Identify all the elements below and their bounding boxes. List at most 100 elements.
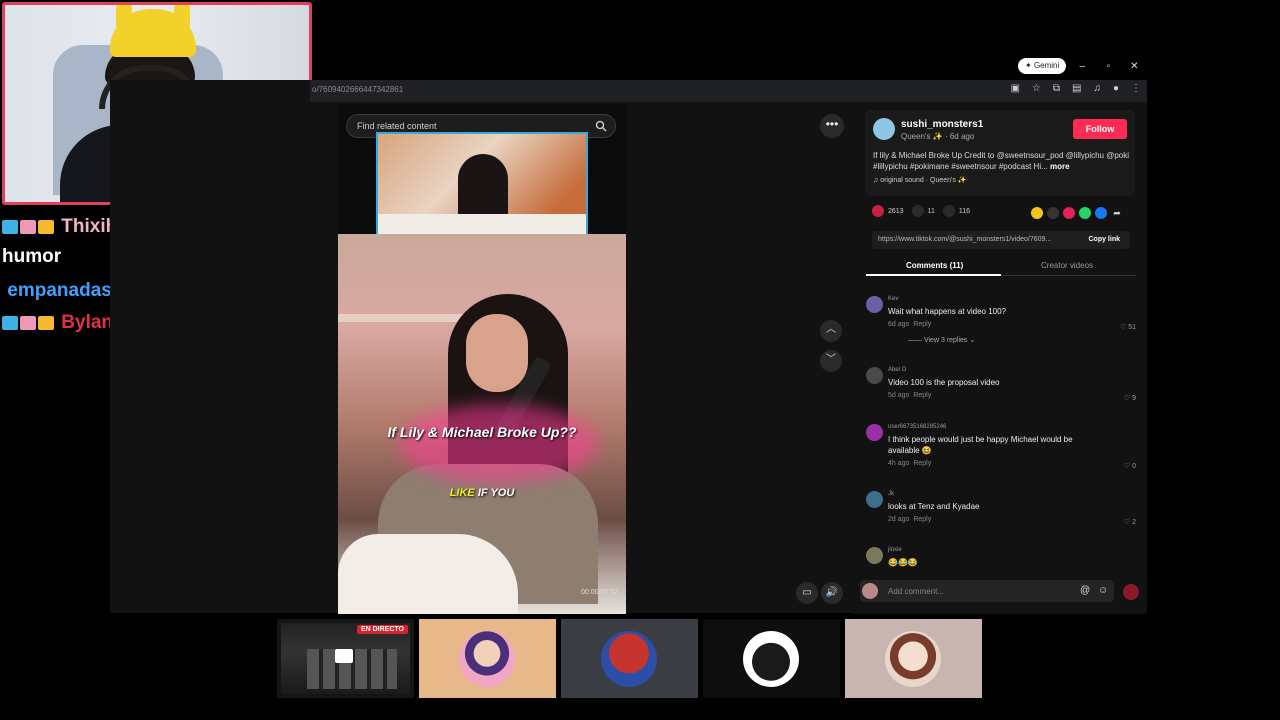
video-preview-thumbnail[interactable] xyxy=(376,132,588,242)
profile-icon[interactable]: ● xyxy=(1113,83,1119,94)
share-icon[interactable] xyxy=(1031,207,1043,219)
sidebar-icon[interactable]: ▤ xyxy=(1072,83,1081,94)
gemini-button[interactable]: ✦ Gemini xyxy=(1018,58,1067,74)
emoji-icon[interactable]: ☺ xyxy=(1098,585,1108,596)
screen-share-icon xyxy=(335,649,353,663)
comment-like[interactable]: ♡ 0 xyxy=(1124,462,1136,470)
author-subtitle: Queen's ✨ · 6d ago xyxy=(901,132,975,141)
send-icon[interactable] xyxy=(1063,207,1075,219)
comment-text: 😂😂😂 xyxy=(888,558,918,567)
restore-icon[interactable]: ▫ xyxy=(1098,61,1118,72)
url-text[interactable]: o/7609402666447342861 xyxy=(312,85,403,94)
badge-icon xyxy=(2,219,18,234)
follow-button[interactable]: Follow xyxy=(1073,119,1127,139)
chat-username[interactable]: Thixih xyxy=(61,216,117,237)
comment-like[interactable]: ♡ 9 xyxy=(1124,394,1136,402)
minimize-icon[interactable]: – xyxy=(1072,61,1092,72)
participant-tile[interactable] xyxy=(845,619,982,698)
pip-icon[interactable]: ▭ xyxy=(796,582,818,604)
like-stat[interactable]: 2613 xyxy=(872,205,904,217)
comment-username[interactable]: Jk xyxy=(888,491,894,497)
embed-icon[interactable] xyxy=(1047,207,1059,219)
more-link[interactable]: more xyxy=(1050,162,1070,171)
pikachu-hat xyxy=(110,5,196,57)
comment-meta: 2d ago Reply xyxy=(888,516,932,523)
video-timestamp: 00:00/00:52 xyxy=(581,589,618,596)
participant-tile[interactable] xyxy=(561,619,698,698)
comment-icon xyxy=(911,205,924,217)
comment-item: Jk looks at Tenz and Kyadae 2d ago Reply… xyxy=(866,491,1136,526)
video-caption: If Lily & Michael Broke Up?? xyxy=(387,424,577,440)
avatar[interactable] xyxy=(866,424,883,441)
avatar xyxy=(459,631,515,687)
volume-icon[interactable]: 🔊 xyxy=(821,582,843,604)
comment-item: Kev Wait what happens at video 100? 6d a… xyxy=(866,296,1136,356)
comment-text: looks at Tenz and Kyadae xyxy=(888,502,980,511)
view-replies-button[interactable]: —— View 3 replies ⌄ xyxy=(908,336,975,344)
comment-text: I think people would just be happy Micha… xyxy=(888,435,1073,455)
participant-tile[interactable] xyxy=(419,619,556,698)
facebook-icon[interactable] xyxy=(1095,207,1107,219)
avatar[interactable] xyxy=(866,367,883,384)
search-icon[interactable] xyxy=(595,120,607,132)
participant-tile[interactable] xyxy=(703,619,840,698)
reply-button[interactable]: Reply xyxy=(913,460,931,467)
menu-icon[interactable]: ⋮ xyxy=(1131,83,1141,94)
media-icon[interactable]: ♫ xyxy=(1093,83,1101,94)
extensions-icon[interactable]: ⧉ xyxy=(1053,83,1060,94)
comment-like[interactable]: ♡ 2 xyxy=(1124,518,1136,526)
pink-glow xyxy=(398,404,598,484)
avatar[interactable] xyxy=(866,296,883,313)
address-bar[interactable]: o/7609402666447342861 ▣ ☆ ⧉ ▤ ♫ ● ⋮ xyxy=(310,80,1147,102)
crown-icon xyxy=(38,315,54,330)
video-like-caption: LIKE IF YOU xyxy=(449,487,515,499)
tab-comments[interactable]: Comments (11) xyxy=(906,261,963,270)
cast-icon[interactable]: ▣ xyxy=(1010,83,1019,94)
chevron-up-icon[interactable]: ︿ xyxy=(820,320,842,342)
comment-placeholder[interactable]: Add comment... xyxy=(888,587,944,596)
send-comment-button[interactable] xyxy=(1123,584,1139,600)
save-stat[interactable]: 116 xyxy=(942,205,970,217)
chevron-down-icon[interactable]: ﹀ xyxy=(820,350,842,372)
close-icon[interactable]: ✕ xyxy=(1124,61,1144,72)
comment-stat[interactable]: 11 xyxy=(911,205,935,217)
badge-icon xyxy=(20,219,36,234)
avatar xyxy=(601,631,657,687)
heart-icon xyxy=(872,205,884,217)
copy-link-button[interactable]: Copy link xyxy=(1088,236,1120,243)
reply-button[interactable]: Reply xyxy=(913,516,931,523)
badge-icon xyxy=(2,315,18,330)
sound-link[interactable]: ♫ original sound · Queen's ✨ xyxy=(873,176,967,184)
comment-item: user667351682852​46 I think people would… xyxy=(866,424,1136,470)
bookmark-star-icon[interactable]: ☆ xyxy=(1032,83,1041,94)
avatar[interactable] xyxy=(873,118,895,140)
comment-text: Wait what happens at video 100? xyxy=(888,307,1007,316)
reply-button[interactable]: Reply xyxy=(913,321,931,328)
stream-screen: Thixih : ves, yo si le se al humor empan… xyxy=(0,0,1280,720)
video-player[interactable]: If Lily & Michael Broke Up?? LIKE IF YOU… xyxy=(338,234,626,614)
engagement-stats: 2613 11 116 xyxy=(872,205,970,217)
panel-tabs: Comments (11) Creator videos xyxy=(866,258,1136,276)
forward-icon[interactable]: ➦ xyxy=(1111,207,1123,219)
comment-like[interactable]: ♡ 51 xyxy=(1120,323,1136,331)
mention-icon[interactable]: @ xyxy=(1080,585,1090,596)
more-options-button[interactable]: ••• xyxy=(820,114,844,138)
avatar[interactable] xyxy=(866,491,883,508)
comment-username[interactable]: jinxie xyxy=(888,547,902,553)
live-preview-tile[interactable]: EN DIRECTO xyxy=(277,619,414,698)
comment-item: jinxie 😂😂😂 xyxy=(866,547,1136,569)
tab-creator-videos[interactable]: Creator videos xyxy=(1041,261,1093,270)
comment-username[interactable]: Abel O xyxy=(888,367,906,373)
crown-icon xyxy=(38,219,54,234)
avatar xyxy=(885,631,941,687)
share-url[interactable]: https://www.tiktok.com/@sushi_monsters1/… xyxy=(878,236,1051,243)
avatar[interactable] xyxy=(866,547,883,564)
video-person-face xyxy=(466,314,528,392)
whatsapp-icon[interactable] xyxy=(1079,207,1091,219)
reply-button[interactable]: Reply xyxy=(913,392,931,399)
video-description: If lily & Michael Broke Up Credit to @sw… xyxy=(873,151,1130,171)
comment-username[interactable]: Kev xyxy=(888,296,898,302)
comment-username[interactable]: user667351682852​46 xyxy=(888,424,946,430)
author-name[interactable]: sushi_monsters1 xyxy=(901,119,983,130)
comment-item: Abel O Video 100 is the proposal video 5… xyxy=(866,367,1136,402)
